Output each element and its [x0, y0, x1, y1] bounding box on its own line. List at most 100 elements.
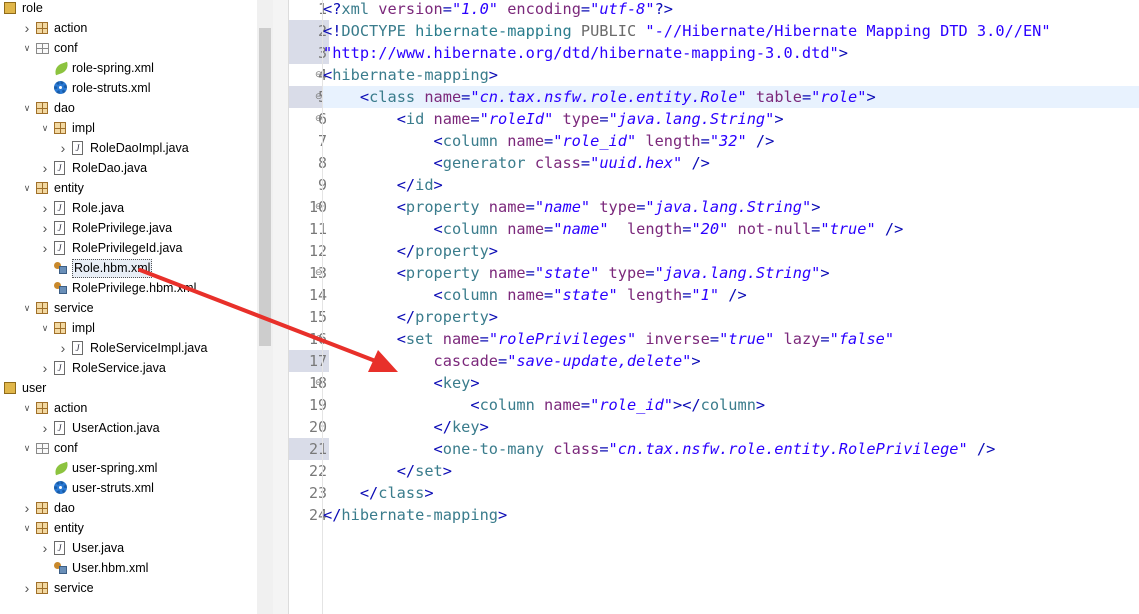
expand-chevron-icon[interactable]: › [22, 18, 32, 38]
code-line[interactable]: cascade="save-update,delete"> [323, 350, 1139, 372]
fold-toggle-icon[interactable]: ⊖ [315, 328, 323, 350]
code-line[interactable]: <generator class="uuid.hex" /> [323, 152, 1139, 174]
fold-toggle-icon[interactable]: ⊖ [315, 108, 323, 130]
code-line[interactable]: <property name="name" type="java.lang.St… [323, 196, 1139, 218]
tree-item[interactable]: ∨ service [0, 298, 257, 318]
explorer-scrollbar-thumb[interactable] [259, 28, 271, 346]
code-line[interactable]: <!DOCTYPE hibernate-mapping PUBLIC "-//H… [323, 20, 1139, 42]
code-line[interactable]: <class name="cn.tax.nsfw.role.entity.Rol… [323, 86, 1139, 108]
code-line[interactable]: </key> [323, 416, 1139, 438]
collapse-chevron-icon[interactable]: ∨ [40, 318, 50, 338]
collapse-chevron-icon[interactable]: ∨ [22, 298, 32, 318]
collapse-chevron-icon[interactable]: ∨ [22, 38, 32, 58]
tree-item[interactable]: ∨ conf [0, 38, 257, 58]
fold-toggle-icon[interactable]: ⊖ [315, 86, 323, 108]
code-line[interactable]: <one-to-many class="cn.tax.nsfw.role.ent… [323, 438, 1139, 460]
expand-chevron-icon[interactable]: › [40, 418, 50, 438]
expand-chevron-icon[interactable]: › [40, 238, 50, 258]
project-icon [4, 2, 16, 14]
code-token: "save-update,delete" [507, 352, 692, 370]
tree-item[interactable]: › J UserAction.java [0, 418, 257, 438]
code-line[interactable]: </property> [323, 240, 1139, 262]
collapse-chevron-icon[interactable]: ∨ [22, 178, 32, 198]
expand-chevron-icon[interactable]: › [40, 358, 50, 378]
collapse-chevron-icon[interactable]: ∨ [22, 98, 32, 118]
fold-toggle-icon[interactable]: ⊖ [315, 64, 323, 86]
tree-item[interactable]: user-spring.xml [0, 458, 257, 478]
code-line[interactable]: <hibernate-mapping> [323, 64, 1139, 86]
code-line[interactable]: <?xml version="1.0" encoding="utf-8"?> [323, 0, 1139, 20]
collapse-chevron-icon[interactable]: ∨ [22, 518, 32, 538]
code-line[interactable]: <id name="roleId" type="java.lang.String… [323, 108, 1139, 130]
code-line[interactable]: "http://www.hibernate.org/dtd/hibernate-… [323, 42, 1139, 64]
expand-chevron-icon[interactable]: › [22, 498, 32, 518]
tree-item[interactable]: ∨ entity [0, 518, 257, 538]
tree-item[interactable]: ∨ dao [0, 98, 257, 118]
tree-item-label: service [54, 581, 94, 595]
code-line[interactable]: </hibernate-mapping> [323, 504, 1139, 526]
code-token: < [433, 154, 443, 172]
tree-item[interactable]: › J RoleDao.java [0, 158, 257, 178]
code-token: < [470, 396, 480, 414]
java-file-icon: J [72, 141, 83, 155]
tree-item[interactable]: role-struts.xml [0, 78, 257, 98]
tree-item[interactable]: ∨ conf [0, 438, 257, 458]
tree-item[interactable]: › action [0, 18, 257, 38]
tree-item[interactable]: role-spring.xml [0, 58, 257, 78]
xml-editor[interactable]: 123456789101112131415161718192021222324 … [273, 0, 1139, 614]
code-token: "name" [534, 198, 591, 216]
expand-chevron-icon[interactable]: › [22, 578, 32, 598]
tree-item[interactable]: › J RoleService.java [0, 358, 257, 378]
code-line[interactable]: <property name="state" type="java.lang.S… [323, 262, 1139, 284]
code-line[interactable]: </property> [323, 306, 1139, 328]
code-line[interactable]: </class> [323, 482, 1139, 504]
hibernate-mapping-icon [54, 561, 68, 575]
code-line[interactable]: <column name="role_id" length="32" /> [323, 130, 1139, 152]
tree-item[interactable]: › dao [0, 498, 257, 518]
code-token: > [433, 176, 443, 194]
code-token: generator [442, 154, 535, 172]
code-line[interactable]: <set name="rolePrivileges" inverse="true… [323, 328, 1139, 350]
tree-item[interactable]: RolePrivilege.hbm.xml [0, 278, 257, 298]
code-token: one-to-many [442, 440, 554, 458]
expand-chevron-icon[interactable]: › [40, 218, 50, 238]
expand-chevron-icon[interactable]: › [58, 338, 68, 358]
tree-item[interactable]: Role.hbm.xml [0, 258, 257, 278]
tree-item-label: RolePrivilege.hbm.xml [72, 281, 197, 295]
code-line[interactable]: <column name="role_id"></column> [323, 394, 1139, 416]
tree-item[interactable]: ∨ impl [0, 118, 257, 138]
code-token: = [525, 264, 535, 282]
tree-item[interactable]: User.hbm.xml [0, 558, 257, 578]
tree-item[interactable]: › J Role.java [0, 198, 257, 218]
collapse-chevron-icon[interactable]: ∨ [22, 438, 32, 458]
tree-item[interactable]: › service [0, 578, 257, 598]
code-line[interactable]: <column name="name" length="20" not-null… [323, 218, 1139, 240]
tree-item[interactable]: ∨ entity [0, 178, 257, 198]
collapse-chevron-icon[interactable]: ∨ [22, 398, 32, 418]
hibernate-mapping-icon [54, 281, 68, 295]
expand-chevron-icon[interactable]: › [40, 158, 50, 178]
fold-toggle-icon[interactable]: ⊖ [315, 196, 323, 218]
tree-item[interactable]: › J RolePrivilege.java [0, 218, 257, 238]
tree-item[interactable]: user-struts.xml [0, 478, 257, 498]
tree-item[interactable]: user [0, 378, 257, 398]
code-line[interactable]: </id> [323, 174, 1139, 196]
tree-item[interactable]: › J User.java [0, 538, 257, 558]
tree-item[interactable]: ∨ action [0, 398, 257, 418]
expand-chevron-icon[interactable]: › [40, 198, 50, 218]
collapse-chevron-icon[interactable]: ∨ [40, 118, 50, 138]
code-line[interactable]: </set> [323, 460, 1139, 482]
code-line[interactable]: <column name="state" length="1" /> [323, 284, 1139, 306]
package-icon [36, 402, 48, 414]
tree-item[interactable]: › J RoleServiceImpl.java [0, 338, 257, 358]
expand-chevron-icon[interactable]: › [58, 138, 68, 158]
tree-item[interactable]: role [0, 0, 257, 18]
fold-toggle-icon[interactable]: ⊖ [315, 372, 323, 394]
tree-item[interactable]: › J RolePrivilegeId.java [0, 238, 257, 258]
tree-item[interactable]: ∨ impl [0, 318, 257, 338]
fold-toggle-icon[interactable]: ⊖ [315, 262, 323, 284]
explorer-scrollbar[interactable] [257, 0, 273, 614]
expand-chevron-icon[interactable]: › [40, 538, 50, 558]
code-line[interactable]: <key> [323, 372, 1139, 394]
tree-item[interactable]: › J RoleDaoImpl.java [0, 138, 257, 158]
